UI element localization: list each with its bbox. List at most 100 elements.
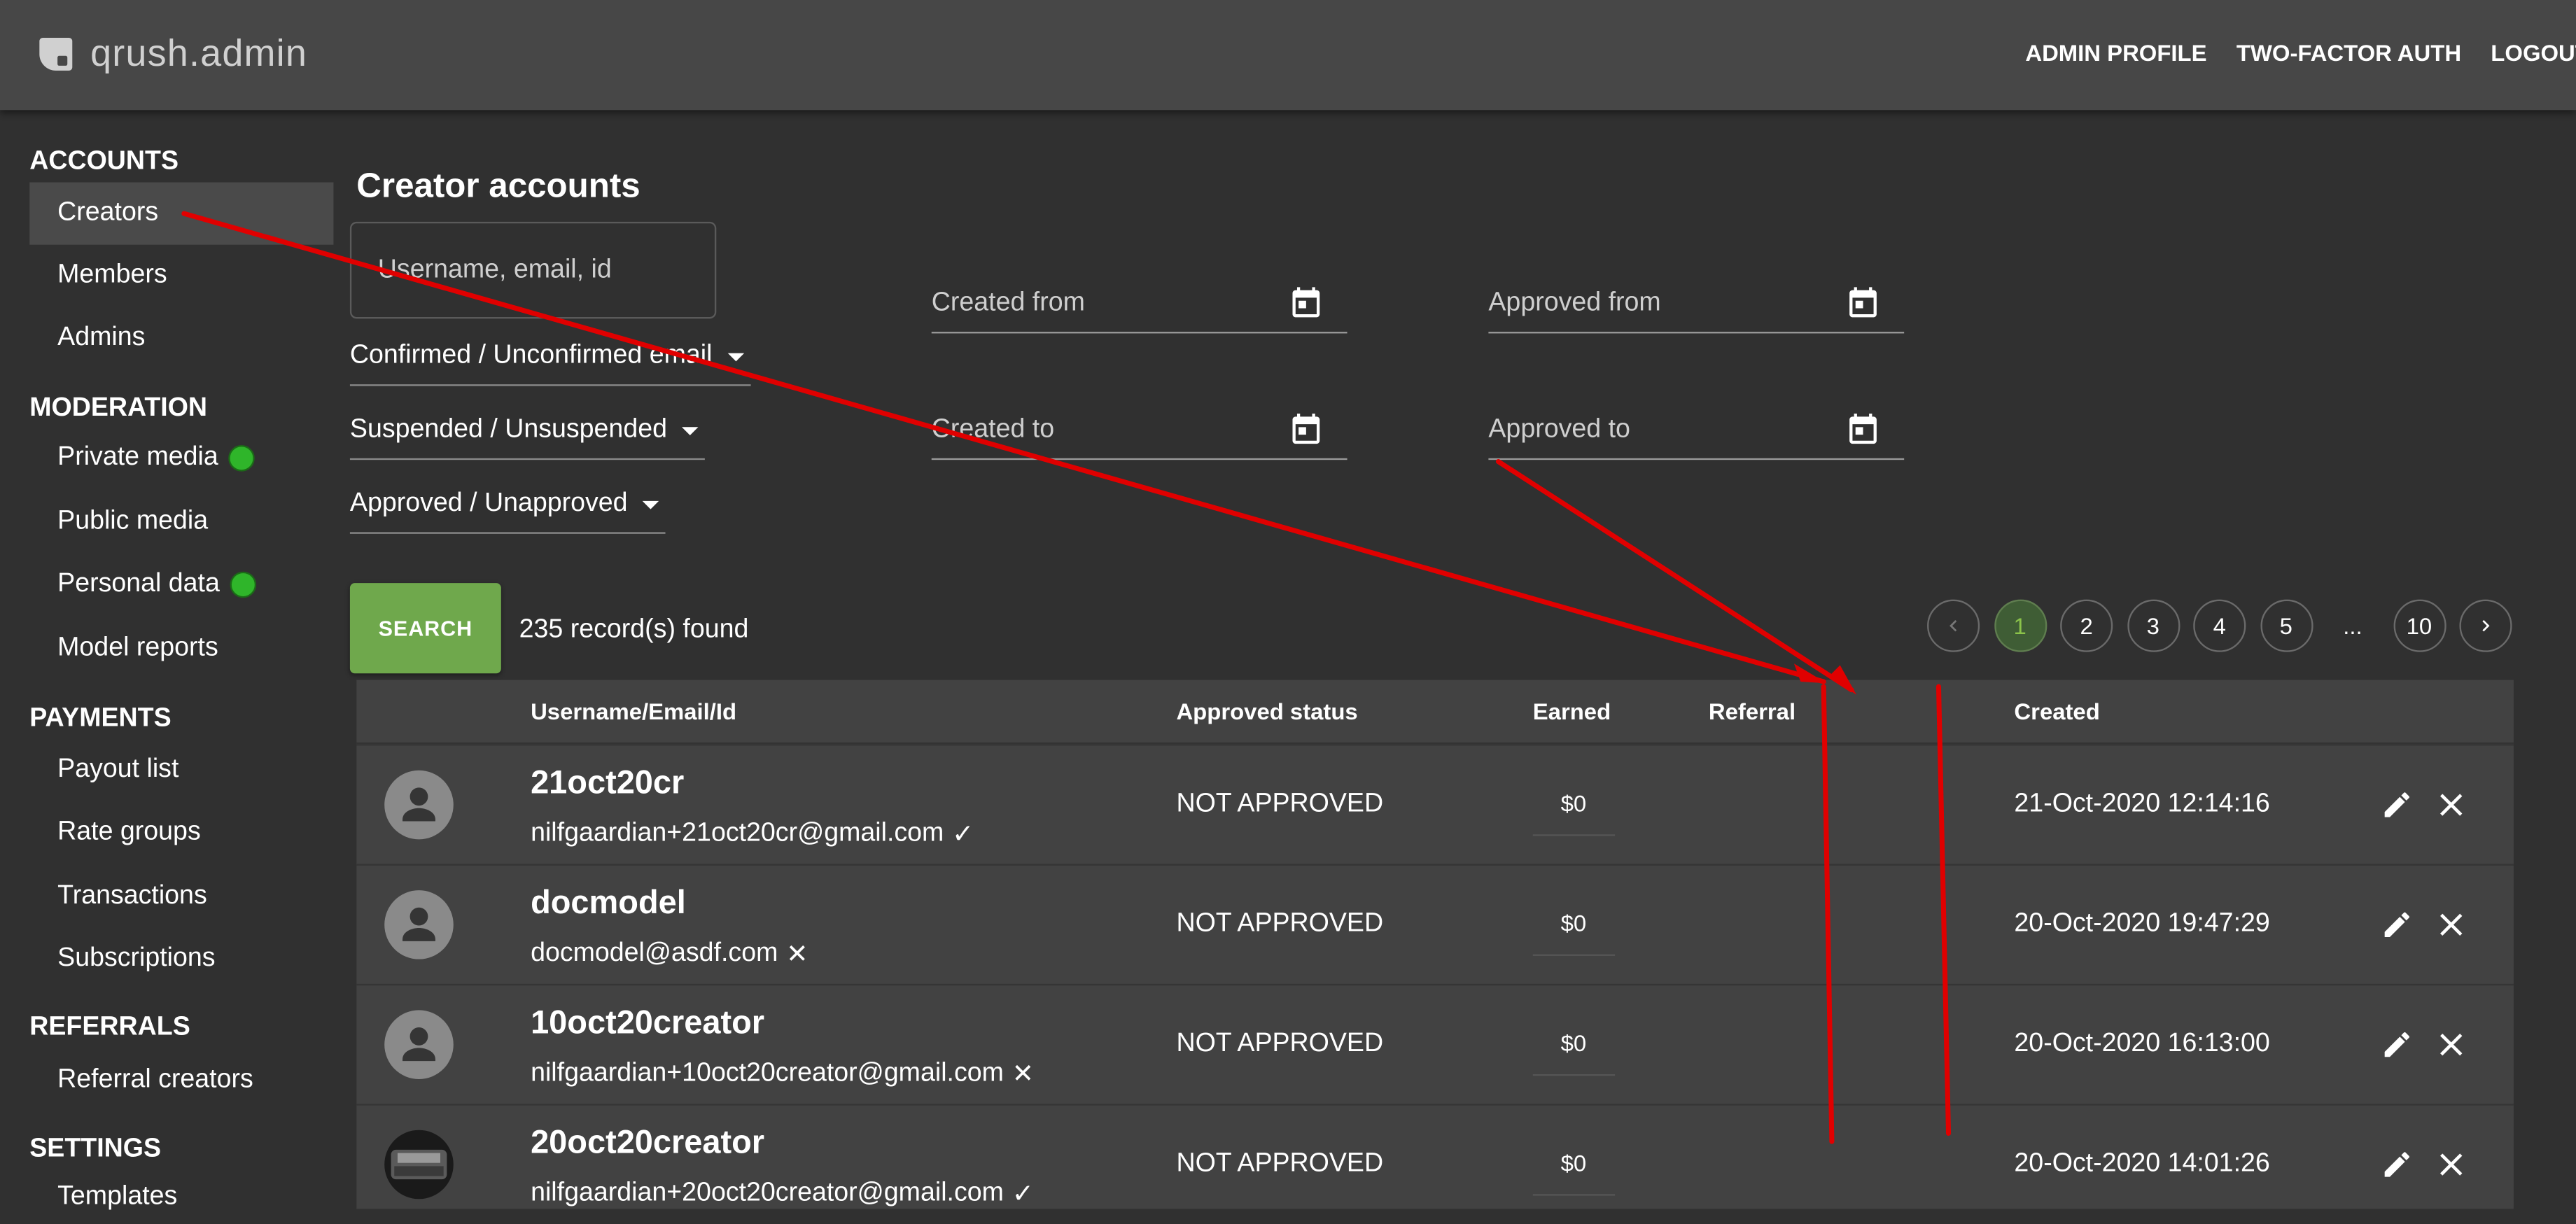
- delete-icon[interactable]: [2437, 1150, 2466, 1179]
- delete-icon[interactable]: [2437, 790, 2466, 819]
- approved-to-field[interactable]: Approved to: [1488, 406, 1905, 460]
- earned-value: $0: [1560, 1149, 1587, 1176]
- sidebar-item-private-media[interactable]: Private media: [57, 443, 255, 473]
- header-referral[interactable]: Referral: [1709, 698, 1795, 724]
- search-input[interactable]: [374, 254, 710, 288]
- suspended-select[interactable]: Suspended / Unsuspended: [349, 415, 705, 460]
- table-row[interactable]: 21oct20cr nilfgaardian+21oct20cr@gmail.c…: [356, 744, 2514, 864]
- page-button[interactable]: 2: [2060, 599, 2113, 652]
- email: nilfgaardian+10oct20creator@gmail.com ✕: [531, 1057, 1034, 1090]
- sidebar-item-referral-creators[interactable]: Referral creators: [57, 1066, 253, 1095]
- date-label: Created from: [931, 289, 1085, 317]
- page-button[interactable]: 5: [2260, 599, 2313, 652]
- sidebar-item-label: Model reports: [57, 633, 218, 662]
- earned-value: $0: [1560, 789, 1587, 817]
- approved-select[interactable]: Approved / Unapproved: [349, 489, 666, 534]
- sidebar-item-label: Admins: [57, 323, 146, 352]
- sidebar-item-model-reports[interactable]: Model reports: [57, 634, 218, 663]
- page-button[interactable]: 3: [2127, 599, 2180, 652]
- app-title: qrush.admin: [90, 31, 308, 74]
- caret-down-icon: [727, 352, 744, 361]
- prev-page-button[interactable]: [1927, 599, 1980, 652]
- email-confirmed-select[interactable]: Confirmed / Unconfirmed email: [349, 342, 750, 386]
- logout-link[interactable]: LOGOUT: [2491, 39, 2576, 66]
- page-button[interactable]: 4: [2193, 599, 2246, 652]
- select-label: Approved / Unapproved: [349, 489, 628, 518]
- sidebar-item-templates[interactable]: Templates: [57, 1183, 177, 1212]
- created-to-field[interactable]: Created to: [931, 406, 1348, 460]
- table-row[interactable]: 20oct20creator nilfgaardian+20oct20creat…: [356, 1104, 2514, 1223]
- created-from-field[interactable]: Created from: [931, 279, 1348, 334]
- calendar-icon[interactable]: [1288, 411, 1324, 447]
- sidebar-item-public-media[interactable]: Public media: [57, 507, 208, 537]
- approved-from-field[interactable]: Approved from: [1488, 279, 1905, 334]
- sidebar-item-label: Subscriptions: [57, 944, 216, 973]
- caret-down-icon: [682, 426, 699, 435]
- header-approved-status[interactable]: Approved status: [1176, 698, 1357, 724]
- header-username[interactable]: Username/Email/Id: [531, 698, 736, 724]
- avatar-placeholder-icon: [384, 890, 454, 959]
- edit-icon[interactable]: [2381, 1028, 2414, 1061]
- email: nilfgaardian+21oct20cr@gmail.com ✓: [531, 818, 974, 851]
- sidebar-item-rate-groups[interactable]: Rate groups: [57, 818, 201, 847]
- avatar-photo: [384, 1130, 454, 1200]
- cross-icon: ✕: [1011, 1061, 1035, 1090]
- calendar-icon[interactable]: [1845, 411, 1882, 447]
- creators-table: Username/Email/Id Approved status Earned…: [356, 680, 2514, 1209]
- username[interactable]: docmodel: [531, 885, 686, 923]
- delete-icon[interactable]: [2437, 910, 2466, 939]
- select-label: Suspended / Unsuspended: [349, 415, 667, 444]
- header-created[interactable]: Created: [2014, 698, 2099, 724]
- search-button[interactable]: SEARCH: [349, 583, 501, 674]
- status-dot-icon: [227, 445, 255, 472]
- pagination: 1 2 3 4 5 ... 10: [1927, 599, 2526, 652]
- sidebar-item-label: Payout list: [57, 755, 179, 784]
- sidebar-item-subscriptions[interactable]: Subscriptions: [57, 945, 215, 974]
- admin-profile-link[interactable]: ADMIN PROFILE: [2025, 39, 2206, 66]
- table-row[interactable]: docmodel docmodel@asdf.com ✕ NOT APPROVED…: [356, 864, 2514, 984]
- sidebar-item-label: Public media: [57, 507, 209, 536]
- approved-status: NOT APPROVED: [1176, 910, 1384, 938]
- username[interactable]: 20oct20creator: [531, 1125, 764, 1163]
- sidebar-section-referrals: REFERRALS: [29, 1013, 190, 1041]
- sidebar-item-personal-data[interactable]: Personal data: [57, 570, 256, 599]
- page-ellipsis: ...: [2343, 612, 2362, 639]
- approved-status: NOT APPROVED: [1176, 1149, 1384, 1178]
- two-factor-auth-link[interactable]: TWO-FACTOR AUTH: [2236, 39, 2461, 66]
- edit-icon[interactable]: [2381, 1148, 2414, 1181]
- edit-icon[interactable]: [2381, 789, 2414, 822]
- earned-value: $0: [1560, 910, 1587, 936]
- email-text: nilfgaardian+21oct20cr@gmail.com: [531, 819, 944, 848]
- sidebar-item-label: Private media: [57, 443, 218, 472]
- created-date: 20-Oct-2020 14:01:26: [2014, 1149, 2270, 1178]
- chevron-right-icon: [2482, 619, 2490, 632]
- logo[interactable]: qrush.admin: [36, 31, 307, 76]
- table-row[interactable]: 10oct20creator nilfgaardian+10oct20creat…: [356, 983, 2514, 1104]
- header-earned[interactable]: Earned: [1533, 698, 1611, 724]
- sidebar-item-label: Transactions: [57, 882, 207, 910]
- sidebar-item-transactions[interactable]: Transactions: [57, 882, 207, 911]
- email-text: docmodel@asdf.com: [531, 939, 778, 968]
- sidebar-item-payout-list[interactable]: Payout list: [57, 756, 178, 785]
- created-date: 20-Oct-2020 19:47:29: [2014, 910, 2270, 938]
- edit-icon[interactable]: [2381, 908, 2414, 941]
- sidebar-item-members[interactable]: Members: [57, 261, 167, 290]
- username[interactable]: 10oct20creator: [531, 1005, 764, 1043]
- page-button[interactable]: 1: [1994, 599, 2047, 652]
- sidebar-item-admins[interactable]: Admins: [57, 323, 145, 353]
- sidebar-section-accounts: ACCOUNTS: [29, 148, 179, 176]
- page-button[interactable]: 10: [2393, 599, 2446, 652]
- email: nilfgaardian+20oct20creator@gmail.com ✓: [531, 1178, 1034, 1211]
- date-label: Approved to: [1488, 415, 1630, 444]
- sidebar-item-creators[interactable]: Creators: [29, 182, 334, 245]
- next-page-button[interactable]: [2459, 599, 2512, 652]
- calendar-icon[interactable]: [1845, 284, 1882, 321]
- calendar-icon[interactable]: [1288, 284, 1324, 321]
- check-icon: ✓: [952, 821, 974, 850]
- search-field[interactable]: [349, 221, 717, 319]
- delete-icon[interactable]: [2437, 1030, 2466, 1060]
- sidebar-item-label: Rate groups: [57, 817, 201, 846]
- approved-status: NOT APPROVED: [1176, 789, 1384, 818]
- username[interactable]: 21oct20cr: [531, 766, 684, 803]
- chevron-left-icon: [1949, 619, 1957, 632]
